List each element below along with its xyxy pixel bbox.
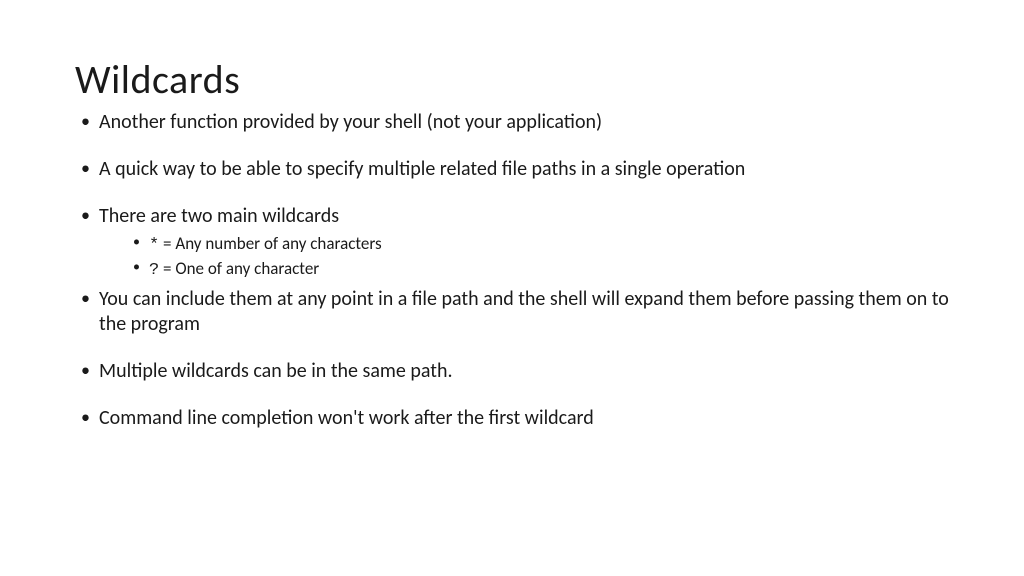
list-item: There are two main wildcards * = Any num…	[75, 204, 949, 283]
code-char: ?	[149, 261, 159, 280]
sub-list-item: * = Any number of any characters	[129, 233, 949, 258]
sub-bullet-list: * = Any number of any characters ? = One…	[99, 233, 949, 283]
list-item: Another function provided by your shell …	[75, 110, 949, 135]
sub-list-text: = One of any character	[159, 258, 319, 279]
list-item-text: There are two main wildcards	[99, 204, 339, 228]
list-item: Command line completion won't work after…	[75, 406, 949, 431]
code-char: *	[149, 236, 159, 255]
slide-title: Wildcards	[75, 55, 949, 104]
sub-list-item: ? = One of any character	[129, 258, 949, 283]
list-item: A quick way to be able to specify multip…	[75, 157, 949, 182]
bullet-list: Another function provided by your shell …	[75, 110, 949, 431]
list-item: You can include them at any point in a f…	[75, 287, 949, 337]
list-item: Multiple wildcards can be in the same pa…	[75, 359, 949, 384]
sub-list-text: = Any number of any characters	[159, 233, 381, 254]
